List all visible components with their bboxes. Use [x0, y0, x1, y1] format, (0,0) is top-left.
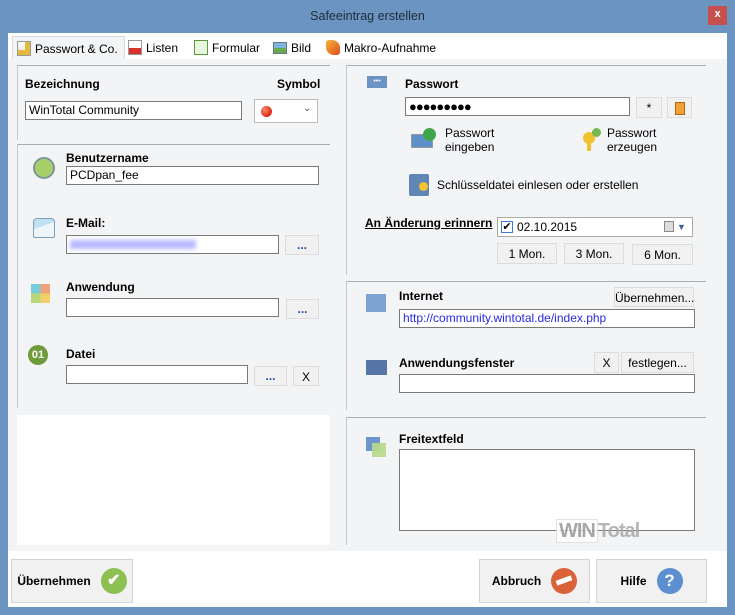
anwendung-browse-button[interactable]: ... — [286, 299, 319, 319]
freitext-label: Freitextfeld — [399, 432, 464, 446]
anwendungsfenster-label: Anwendungsfenster — [399, 356, 515, 370]
passwort-erzeugen-link[interactable]: Passwort erzeugen — [607, 126, 657, 154]
calculator-icon — [31, 284, 50, 303]
tab-label: Bild — [291, 40, 312, 55]
passwort-input[interactable]: ●●●●●●●●● — [405, 97, 630, 116]
chevron-down-icon: ⌄ — [303, 103, 312, 114]
empty-area — [17, 415, 330, 545]
datei-input[interactable] — [66, 365, 248, 384]
uebernehmen-button[interactable]: Übernehmen ✔ — [11, 559, 133, 603]
schluesseldatei-link[interactable]: Schlüsseldatei einlesen oder erstellen — [437, 178, 638, 192]
tab-bild[interactable]: Bild — [269, 36, 317, 59]
dropdown-arrow-icon: ▼ — [677, 222, 686, 232]
calendar-icon — [664, 221, 674, 232]
abbruch-button[interactable]: Abbruch — [479, 559, 590, 603]
anwendung-label: Anwendung — [66, 280, 135, 294]
tab-formular[interactable]: Formular — [190, 36, 266, 59]
tab-listen[interactable]: Listen — [124, 36, 184, 59]
tab-label: Listen — [146, 40, 179, 55]
tab-label: Formular — [212, 40, 261, 55]
benutzername-input[interactable]: PCDpan_fee — [66, 166, 319, 185]
passwort-eingeben-link[interactable]: Passwort eingeben — [445, 126, 494, 154]
freitext-textarea[interactable] — [399, 449, 695, 531]
clipboard-button[interactable] — [667, 97, 692, 118]
festlegen-button[interactable]: festlegen... — [621, 352, 694, 373]
green-arrow-icon — [423, 128, 436, 141]
envelope-icon — [33, 218, 55, 238]
clipboard-icon — [674, 102, 685, 115]
button-label: Abbruch — [491, 574, 542, 588]
email-label: E-Mail: — [66, 216, 106, 230]
internet-input[interactable]: http://community.wintotal.de/index.php — [399, 309, 695, 328]
email-input[interactable] — [66, 235, 279, 254]
tab-label: Makro-Aufnahme — [344, 40, 437, 55]
button-label: Übernehmen — [17, 574, 91, 588]
notes-icon-overlay — [372, 443, 386, 457]
bezeichnung-input[interactable]: WinTotal Community — [25, 101, 242, 120]
form-icon — [194, 40, 208, 55]
window-title: Safeeintrag erstellen — [310, 9, 425, 23]
blurred-email — [70, 240, 196, 249]
lock-document-icon — [17, 41, 31, 56]
datei-browse-button[interactable]: ... — [254, 366, 287, 386]
password-field-icon: ••• — [367, 76, 387, 88]
wintotal-watermark-logo: WIN Total — [556, 519, 640, 543]
floppy-key-icon — [409, 174, 429, 196]
uebernehmen-url-button[interactable]: Übernehmen... — [614, 287, 694, 307]
anwendungsfenster-input[interactable] — [399, 374, 695, 393]
checkmark-icon: ✔ — [100, 568, 127, 594]
passwort-eingeben-button[interactable] — [411, 128, 437, 150]
file-01-icon: 01 — [28, 345, 48, 365]
passwort-label: Passwort — [405, 77, 459, 91]
key-plus-icon — [583, 128, 603, 152]
email-browse-button[interactable]: ... — [285, 235, 319, 255]
macro-flame-icon — [326, 40, 340, 55]
hilfe-button[interactable]: Hilfe? — [596, 559, 707, 603]
red-dot-icon — [261, 106, 272, 117]
anwendung-input[interactable] — [66, 298, 279, 317]
show-password-button[interactable]: * — [636, 97, 662, 118]
benutzername-label: Benutzername — [66, 151, 149, 165]
internet-label: Internet — [399, 289, 444, 303]
erinnern-label: An Änderung erinnern — [365, 216, 493, 230]
help-icon: ? — [656, 568, 683, 594]
symbol-select[interactable]: ⌄ — [254, 99, 318, 123]
image-icon — [273, 41, 287, 54]
list-document-icon — [128, 40, 142, 55]
window-link-icon — [366, 360, 387, 375]
tab-label: Passwort & Co. — [35, 41, 118, 56]
erinnern-date: 02.10.2015 — [517, 220, 578, 234]
datei-label: Datei — [66, 347, 96, 361]
tab-makro[interactable]: Makro-Aufnahme — [322, 36, 442, 59]
anwendungsfenster-clear-button[interactable]: X — [594, 352, 619, 373]
erinnern-date-picker[interactable]: ✔ 02.10.2015 ▼ — [497, 217, 693, 237]
internet-link-icon — [366, 294, 386, 312]
symbol-label: Symbol — [277, 77, 321, 91]
close-button[interactable]: x — [708, 6, 727, 25]
button-label: Hilfe — [620, 574, 647, 588]
datei-clear-button[interactable]: X — [293, 366, 319, 386]
cancel-icon — [551, 568, 578, 594]
6-mon-button[interactable]: 6 Mon. — [632, 244, 693, 265]
erinnern-checkbox[interactable]: ✔ — [501, 221, 513, 233]
3-mon-button[interactable]: 3 Mon. — [564, 243, 624, 264]
bezeichnung-label: Bezeichnung — [25, 77, 100, 91]
smiley-icon — [33, 157, 55, 179]
tab-passwort[interactable]: Passwort & Co. — [12, 36, 125, 60]
1-mon-button[interactable]: 1 Mon. — [497, 243, 557, 264]
